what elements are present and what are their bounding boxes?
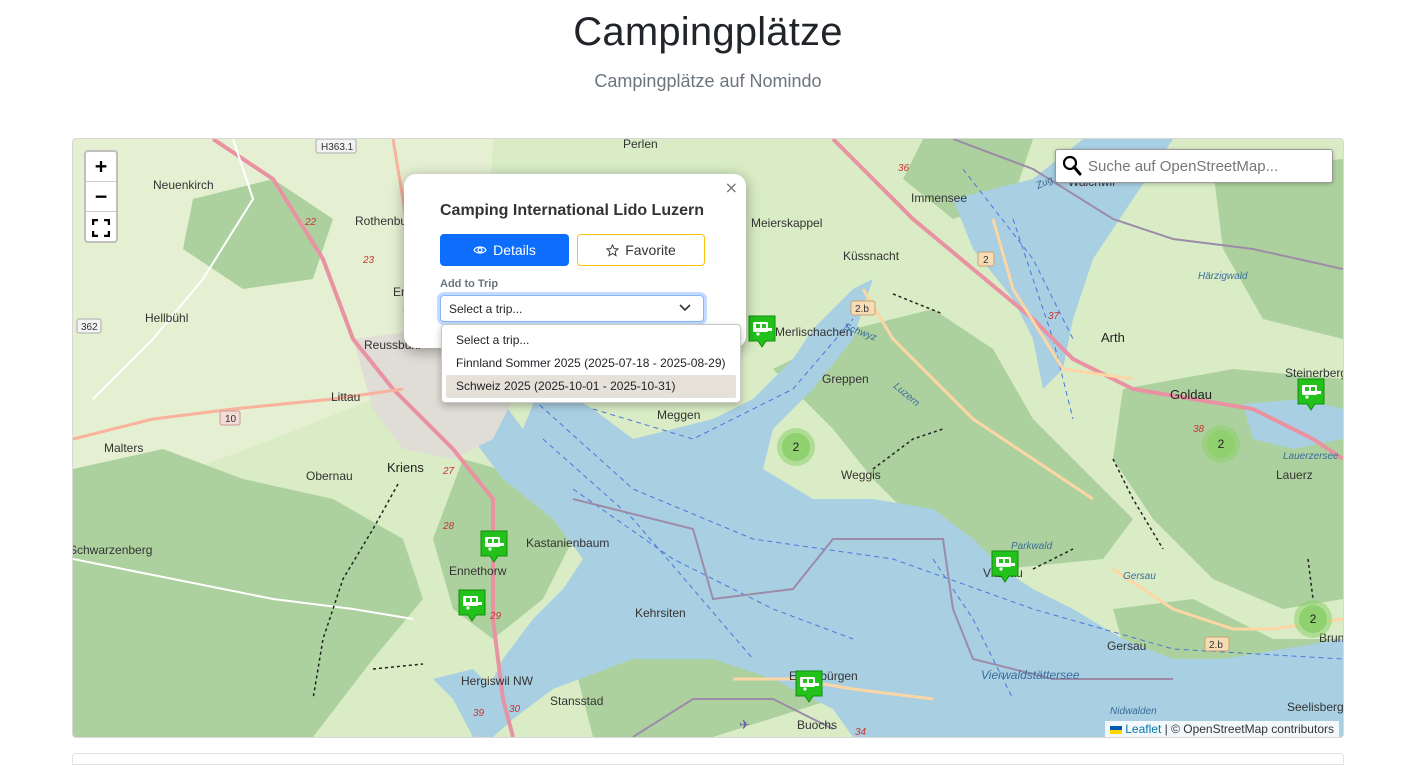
label-parkwald: Parkwald	[1011, 541, 1053, 552]
map-attribution: Leaflet | © OpenStreetMap contributors	[1105, 721, 1339, 737]
search-icon[interactable]	[1062, 155, 1082, 177]
attribution-text: | © OpenStreetMap contributors	[1161, 722, 1334, 736]
trip-select[interactable]: Select a trip...	[440, 295, 704, 322]
label-gersau: Gersau	[1107, 639, 1146, 653]
label-goldau: Goldau	[1170, 387, 1212, 402]
label-haerzigwald: Härzigwald	[1198, 271, 1248, 282]
route-36: 36	[898, 163, 910, 174]
road-label-2b-south: 2.b	[1209, 640, 1223, 651]
label-immensee: Immensee	[911, 191, 967, 205]
label-gersau-water: Gersau	[1123, 571, 1156, 582]
label-stansstad: Stansstad	[550, 694, 603, 708]
star-icon	[606, 243, 620, 257]
label-obernau: Obernau	[306, 469, 353, 483]
details-button[interactable]: Details	[440, 234, 569, 266]
route-38: 38	[1193, 424, 1205, 435]
route-23: 23	[362, 255, 375, 266]
trip-option[interactable]: Finnland Sommer 2025 (2025-07-18 - 2025-…	[446, 352, 736, 375]
road-label-362: 362	[81, 322, 98, 333]
eye-icon	[473, 246, 487, 254]
favorite-button-label: Favorite	[625, 242, 676, 258]
label-kastanienbaum: Kastanienbaum	[526, 536, 609, 550]
details-button-label: Details	[493, 242, 536, 258]
label-merlischachen: Merlischachen	[775, 325, 852, 339]
zoom-in-button[interactable]: +	[86, 152, 116, 182]
road-label-2b: 2.b	[855, 304, 869, 315]
trip-option[interactable]: Select a trip...	[446, 329, 736, 352]
trip-select-value: Select a trip...	[449, 302, 523, 316]
leaflet-link[interactable]: Leaflet	[1125, 722, 1161, 736]
route-27: 27	[442, 466, 455, 477]
label-buochs: Buochs	[797, 718, 837, 732]
cluster-marker-brunnen[interactable]: 2	[1294, 600, 1332, 638]
label-nidwalden: Nidwalden	[1110, 706, 1157, 717]
label-seelisberg: Seelisberg	[1287, 700, 1343, 714]
content-card	[72, 753, 1344, 765]
cluster-marker-goldau[interactable]: 2	[1202, 425, 1240, 463]
cluster-marker-weggis[interactable]: 2	[777, 428, 815, 466]
road-label-10: 10	[225, 414, 237, 425]
map-search-box	[1055, 149, 1333, 183]
label-meggen: Meggen	[657, 408, 700, 422]
route-29: 29	[489, 611, 502, 622]
fullscreen-icon	[91, 218, 111, 237]
label-steinerberg: Steinerberg	[1285, 366, 1343, 380]
popup-close-button[interactable]: ×	[725, 178, 738, 197]
label-kriens: Kriens	[387, 460, 424, 475]
label-weggis: Weggis	[841, 468, 881, 482]
trip-select-options: Select a trip... Finnland Sommer 2025 (2…	[441, 324, 741, 403]
campsite-popup: × Camping International Lido Luzern Deta…	[404, 174, 746, 348]
road-label-h363: H363.1	[321, 142, 354, 153]
chevron-down-icon	[679, 304, 691, 312]
map-container[interactable]: H363.1 362 10 2 2.b 2.b 22 23 27 28 29 3…	[72, 138, 1344, 738]
page-title: Campingplätze	[573, 10, 843, 54]
label-neuenkirch: Neuenkirch	[153, 178, 214, 192]
page-subtitle: Campingplätze auf Nomindo	[594, 71, 822, 91]
popup-title: Camping International Lido Luzern	[440, 202, 704, 219]
route-28: 28	[442, 521, 455, 532]
cluster-count: 2	[1218, 437, 1225, 451]
route-34: 34	[855, 727, 867, 737]
label-vierwaldstaettersee: Vierwaldstättersee	[981, 668, 1080, 682]
label-littau: Littau	[331, 390, 360, 404]
label-meierskappel: Meierskappel	[751, 216, 822, 230]
zoom-out-button[interactable]: −	[86, 182, 116, 212]
ukraine-flag-icon	[1110, 725, 1123, 734]
route-37: 37	[1048, 311, 1060, 322]
label-kuessnacht: Küssnacht	[843, 249, 900, 263]
route-39: 39	[473, 708, 485, 719]
label-kehrsiten: Kehrsiten	[635, 606, 686, 620]
route-22: 22	[304, 217, 317, 228]
label-arth: Arth	[1101, 330, 1125, 345]
zoom-control: + −	[84, 150, 118, 243]
airport-icon: ✈	[739, 717, 750, 732]
label-hellbuehl: Hellbühl	[145, 311, 188, 325]
favorite-button[interactable]: Favorite	[577, 234, 705, 266]
map-search-input[interactable]	[1086, 150, 1330, 182]
label-ennethorw: Ennethorw	[449, 564, 507, 578]
label-schwarzenberg: Schwarzenberg	[73, 543, 152, 557]
road-label-2: 2	[983, 255, 989, 266]
route-30: 30	[509, 704, 521, 715]
add-to-trip-label: Add to Trip	[440, 278, 499, 290]
label-lauerz: Lauerz	[1276, 468, 1313, 482]
label-perlen: Perlen	[623, 139, 658, 151]
cluster-count: 2	[793, 440, 800, 454]
label-hergiswil: Hergiswil NW	[461, 674, 534, 688]
fullscreen-button[interactable]	[86, 212, 116, 241]
label-lauerzersee: Lauerzersee	[1283, 451, 1339, 462]
trip-option[interactable]: Schweiz 2025 (2025-10-01 - 2025-10-31)	[446, 375, 736, 398]
label-malters: Malters	[104, 441, 143, 455]
label-greppen: Greppen	[822, 372, 869, 386]
cluster-count: 2	[1310, 612, 1317, 626]
